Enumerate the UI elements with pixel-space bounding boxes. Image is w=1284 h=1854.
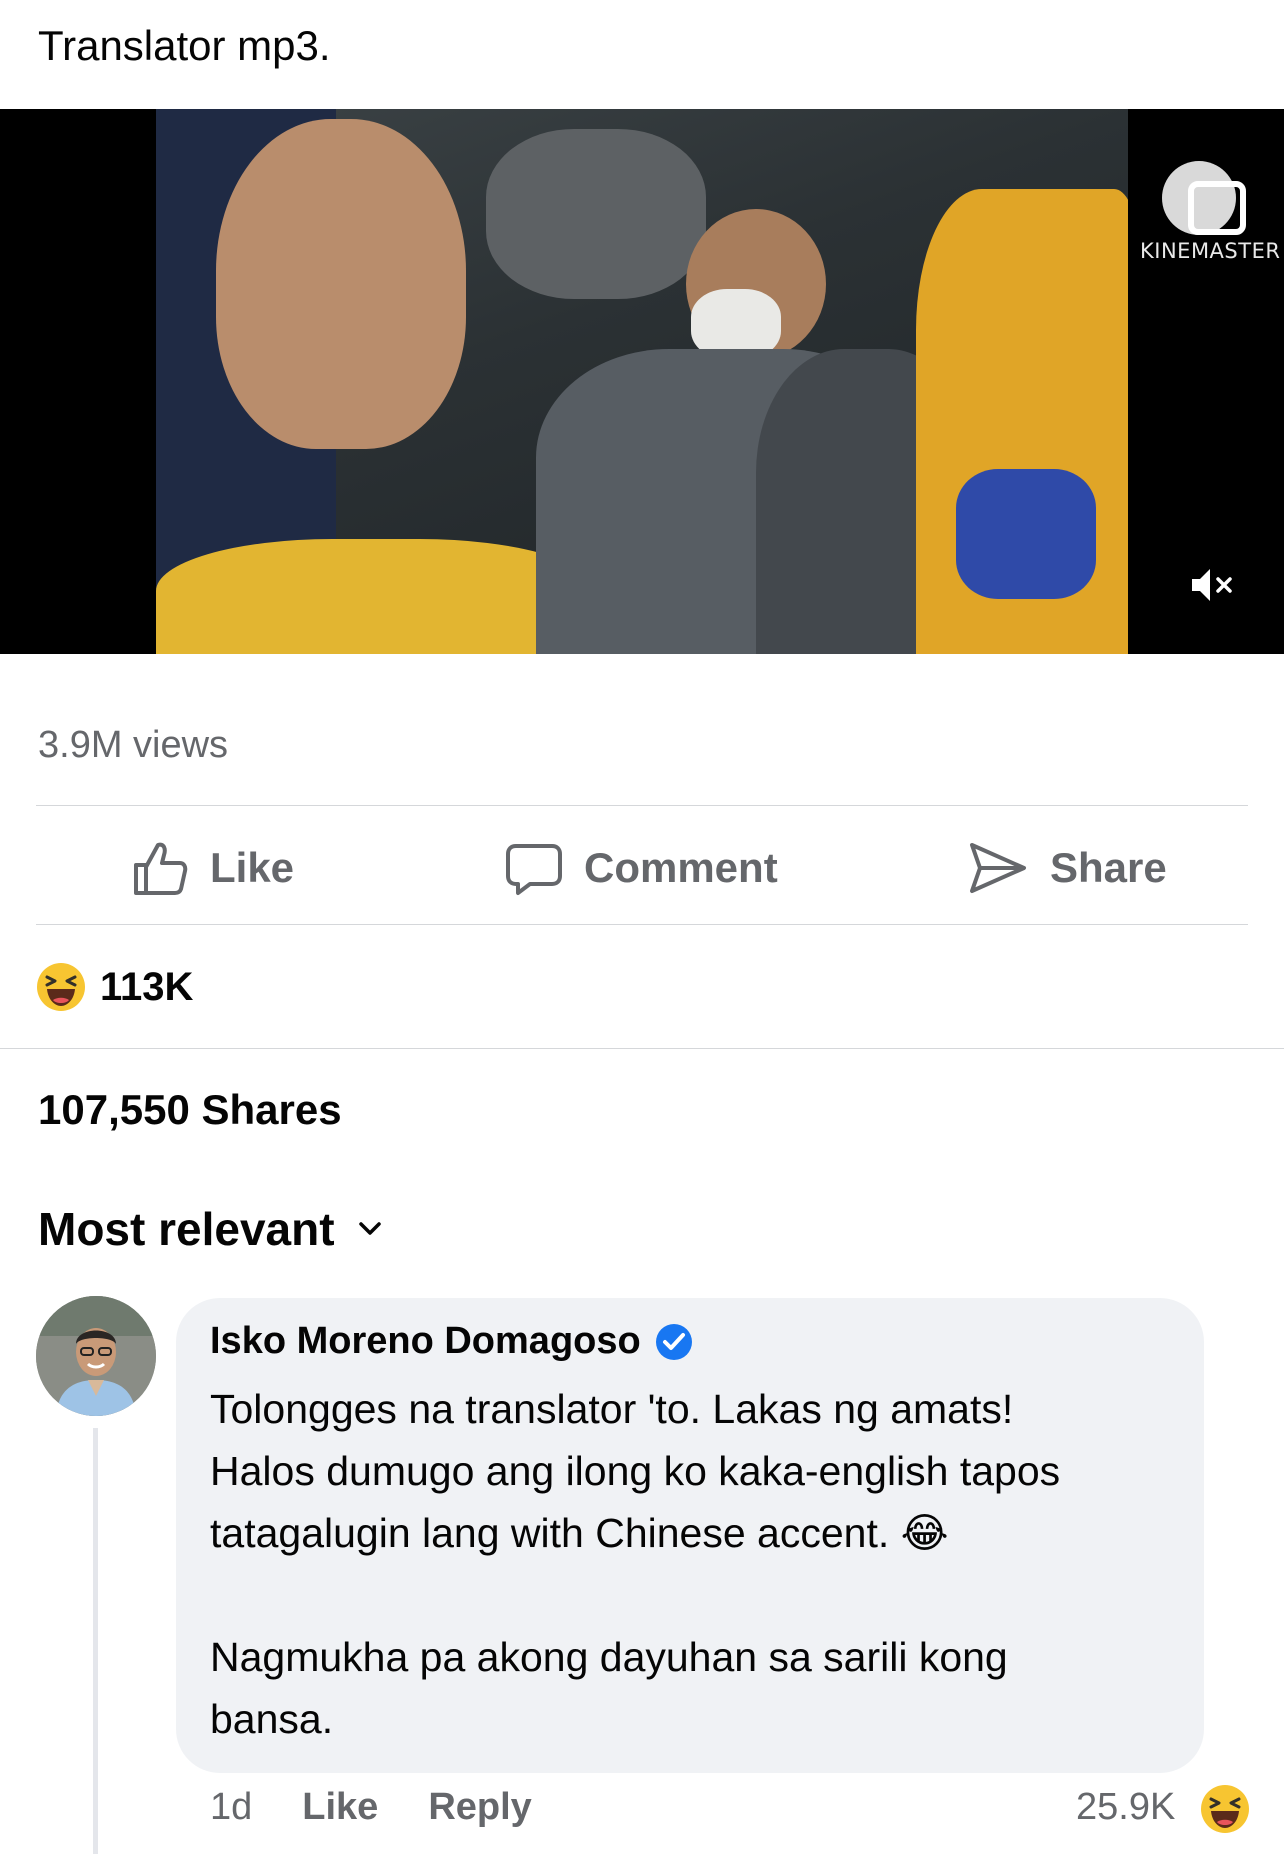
share-arrow-icon xyxy=(970,843,1026,893)
video-player[interactable]: KINEMASTER xyxy=(0,109,1284,654)
speaker-muted-icon[interactable] xyxy=(1188,561,1236,609)
kinemaster-watermark: KINEMASTER xyxy=(1140,151,1280,263)
reaction-summary[interactable]: 113K xyxy=(36,962,193,1012)
comment-line: Halos dumugo ang ilong ko kaka-english t… xyxy=(210,1448,1061,1494)
kinemaster-frame-icon xyxy=(1188,181,1246,235)
share-label: Share xyxy=(1050,844,1167,891)
thread-line xyxy=(93,1428,98,1854)
comment-timestamp[interactable]: 1d xyxy=(210,1786,252,1829)
post-caption: Translator mp3. xyxy=(38,22,331,69)
chevron-down-icon xyxy=(358,1222,381,1235)
laughing-face-icon[interactable] xyxy=(1200,1784,1250,1834)
laughing-face-icon xyxy=(37,963,85,1011)
like-button[interactable]: Like xyxy=(132,830,294,906)
like-label: Like xyxy=(210,844,295,891)
verified-badge-icon xyxy=(655,1323,692,1360)
comment-reaction-count[interactable]: 25.9K xyxy=(1076,1786,1175,1829)
comment-sort-dropdown[interactable]: Most relevant xyxy=(38,1202,383,1256)
video-frame xyxy=(156,109,1128,654)
author-name[interactable]: Isko Moreno Domagoso xyxy=(210,1320,641,1363)
divider xyxy=(36,805,1248,806)
comment-label: Comment xyxy=(584,844,778,891)
comment-meta: 1d Like Reply xyxy=(210,1786,532,1829)
comment-author[interactable]: Isko Moreno Domagoso xyxy=(210,1320,693,1363)
divider xyxy=(36,924,1248,925)
comment-reply-button[interactable]: Reply xyxy=(428,1786,531,1829)
comment-button[interactable]: Comment xyxy=(506,830,778,906)
comment-line: Nagmukha pa akong dayuhan sa sarili kong xyxy=(210,1634,1008,1680)
share-count[interactable]: 107,550 Shares xyxy=(38,1086,342,1134)
divider xyxy=(0,1048,1284,1049)
comment-line: Tolongges na translator 'to. Lakas ng am… xyxy=(210,1386,1014,1432)
comment-like-button[interactable]: Like xyxy=(302,1786,378,1829)
avatar[interactable] xyxy=(36,1296,156,1416)
view-count: 3.9M views xyxy=(38,724,229,766)
sort-label: Most relevant xyxy=(38,1203,335,1255)
speech-bubble-icon xyxy=(506,844,562,895)
comment-line: tatagalugin lang with Chinese accent. 😂 xyxy=(210,1510,949,1556)
watermark-text: KINEMASTER xyxy=(1140,239,1281,263)
comment-bubble[interactable]: Isko Moreno Domagoso Tolongges na transl… xyxy=(176,1298,1204,1773)
thumbs-up-icon xyxy=(134,842,188,895)
share-button[interactable]: Share xyxy=(968,830,1167,906)
reaction-count: 113K xyxy=(100,964,194,1009)
comment-line: bansa. xyxy=(210,1696,334,1742)
comment-text: Tolongges na translator 'to. Lakas ng am… xyxy=(210,1378,1190,1750)
